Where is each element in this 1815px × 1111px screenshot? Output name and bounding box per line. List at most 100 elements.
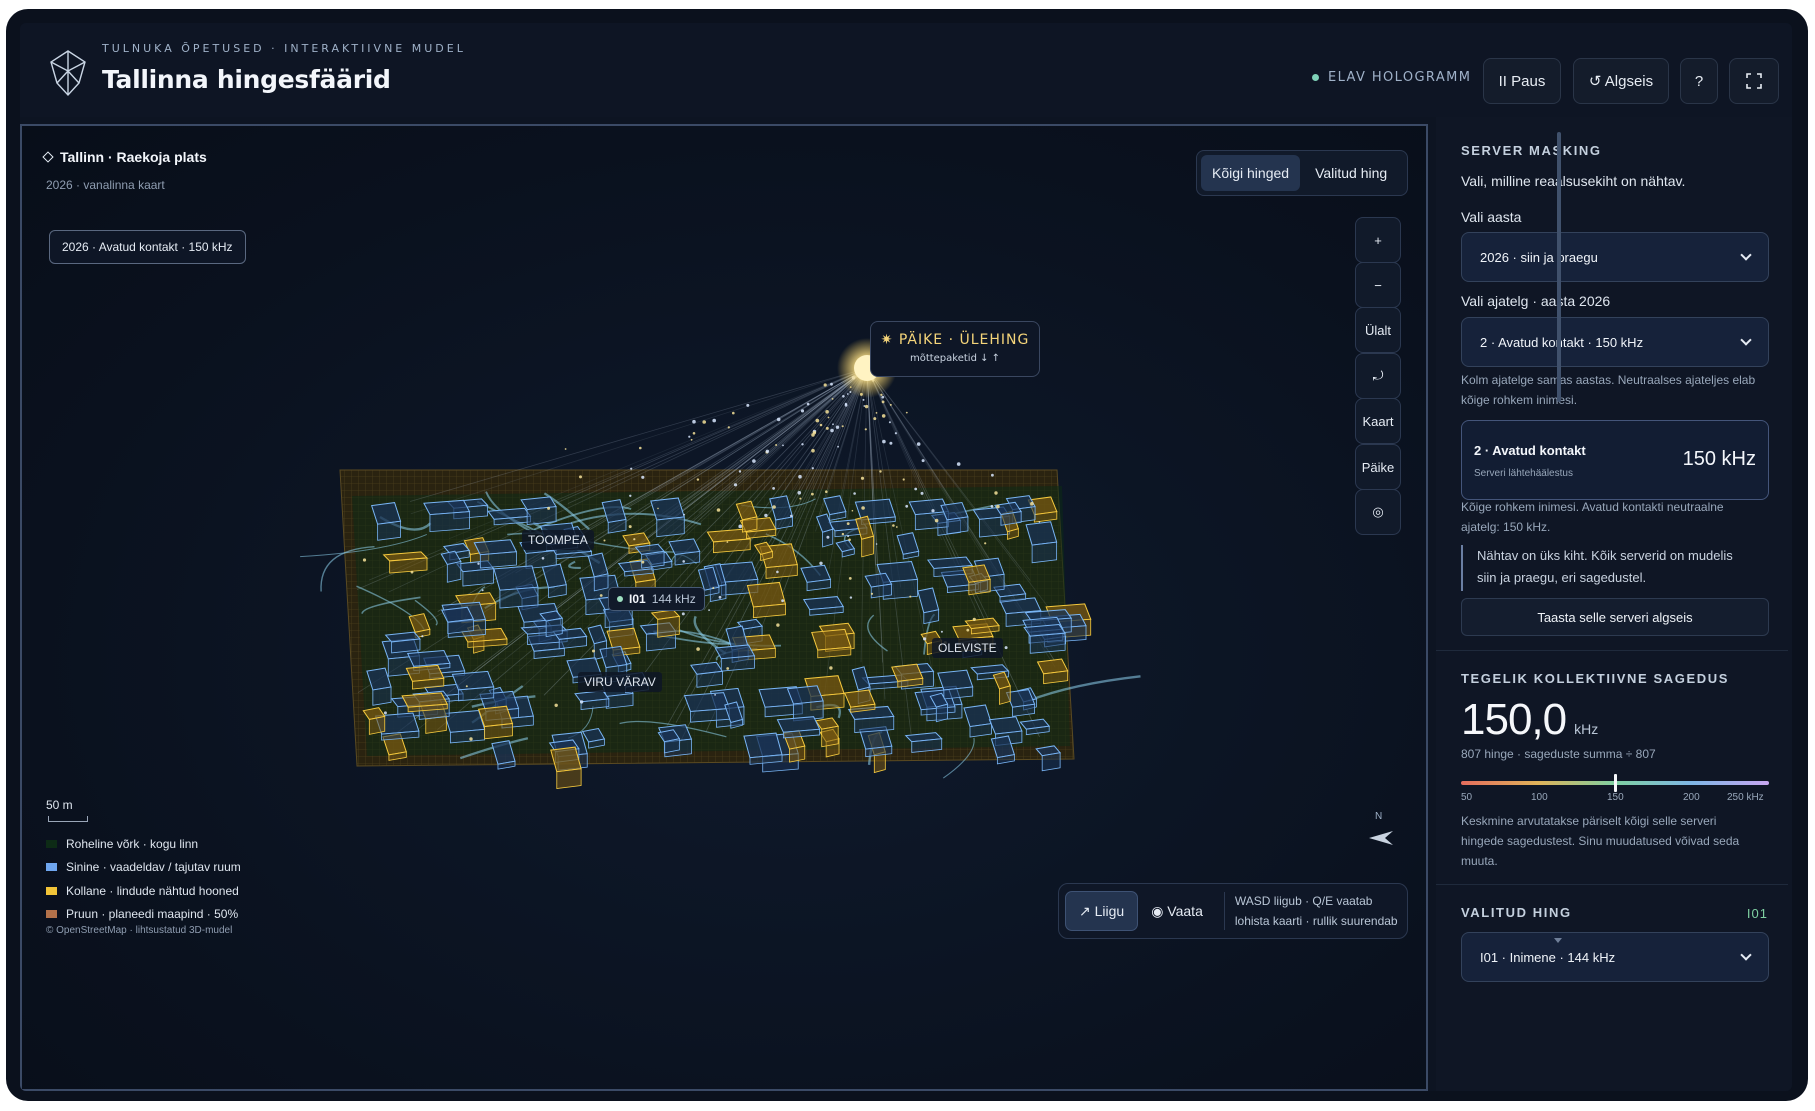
thought-packet	[781, 599, 784, 603]
year-select-value: 2026 · siin ja praegu	[1480, 249, 1598, 265]
thought-packet	[798, 474, 802, 479]
thought-packet	[894, 432, 898, 435]
active-layer-chip[interactable]: 2026 · Avatud kontakt · 150 kHz	[49, 230, 246, 264]
thought-packet	[825, 490, 828, 494]
thought-packet	[811, 448, 815, 453]
map-view-button[interactable]: Kaart	[1355, 398, 1401, 444]
thought-packet	[888, 421, 891, 424]
thought-packet	[746, 403, 750, 407]
soul-select-value: I01 · Inimene · 144 kHz	[1480, 949, 1616, 965]
observable-building	[683, 692, 731, 723]
thought-packet	[790, 514, 793, 518]
sun-view-button[interactable]: Päike	[1355, 444, 1401, 490]
hologram-3d-scene[interactable]	[22, 126, 1426, 1089]
soul-marker[interactable]: I01 144 kHz	[608, 587, 705, 611]
tab-selected-soul[interactable]: Valitud hing	[1304, 155, 1398, 191]
sidebar-scrollbar[interactable]	[1557, 132, 1561, 402]
reset-button[interactable]: ↺ Algseis	[1573, 58, 1669, 104]
thought-packet	[801, 443, 804, 446]
thought-packet	[564, 448, 567, 450]
bird-seen-building	[382, 551, 429, 574]
observable-building	[802, 596, 845, 616]
thought-packet	[657, 507, 659, 510]
header-kicker: TULNUKA ÕPETUSED · INTERAKTIIVNE MUDEL	[102, 42, 466, 55]
thought-packet	[873, 417, 877, 421]
thought-packet	[905, 504, 909, 508]
thought-packet	[696, 647, 700, 651]
thought-packet	[905, 411, 908, 414]
layer-info-line: siin ja praegu, eri sagedustel.	[1477, 570, 1647, 585]
thought-packet	[972, 617, 976, 621]
zoom-out-button[interactable]: −	[1355, 262, 1401, 308]
thought-packet	[712, 418, 716, 423]
crystal-logo-icon	[50, 50, 86, 97]
thought-packet	[806, 402, 810, 406]
thought-packet	[889, 403, 892, 406]
thought-packet	[800, 409, 805, 413]
collective-note-line: muuta.	[1461, 854, 1498, 868]
thought-packet	[864, 404, 869, 409]
restore-server-button[interactable]: Taasta selle serveri algseis	[1461, 598, 1769, 636]
thought-packet	[996, 504, 1000, 509]
tab-all-souls[interactable]: Kõigi hinged	[1201, 155, 1301, 191]
thought-packet	[772, 505, 776, 509]
timeline-note: Kolm ajatelge samas aastas. Neutraalses …	[1461, 370, 1771, 410]
thought-packet	[776, 417, 781, 422]
rotate-view-button[interactable]: ⤾	[1355, 353, 1401, 399]
collective-frequency-heading: TEGELIK KOLLEKTIIVNE SAGEDUS	[1461, 671, 1729, 686]
collective-formula: 807 hinge · sageduste summa ÷ 807	[1461, 747, 1656, 761]
thought-packet	[841, 532, 845, 536]
fullscreen-button[interactable]	[1729, 58, 1779, 104]
compass-arrow-icon[interactable]	[1367, 830, 1395, 846]
thought-packet	[799, 497, 802, 500]
move-mode-button[interactable]: ↗ Liigu	[1065, 891, 1139, 931]
bird-seen-building	[405, 664, 445, 690]
soul-select[interactable]: I01 · Inimene · 144 kHz	[1461, 932, 1769, 982]
help-button[interactable]: ?	[1680, 58, 1718, 104]
thought-packet	[811, 492, 814, 496]
thought-packet	[848, 577, 852, 580]
collective-frequency-value: 150,0	[1461, 695, 1567, 744]
diamond-icon	[42, 151, 54, 163]
observable-building	[451, 670, 495, 702]
thought-packet	[681, 612, 685, 616]
thought-packet	[830, 382, 833, 386]
map-panel[interactable]: Tallinn · Raekoja plats 2026 · vanalinna…	[20, 124, 1428, 1091]
thought-packet	[956, 462, 961, 466]
thought-packet	[733, 483, 738, 487]
thought-packet	[881, 400, 885, 404]
locate-button[interactable]: ◎	[1355, 489, 1401, 535]
legend-label: Roheline võrk · kogu linn	[66, 836, 199, 851]
place-tag-toompea: TOOMPEA	[522, 530, 594, 550]
thought-packet	[881, 414, 886, 418]
thought-packet	[641, 560, 645, 564]
year-select[interactable]: 2026 · siin ja praegu	[1461, 232, 1769, 282]
pause-button[interactable]: II Paus	[1483, 58, 1561, 104]
thought-packet	[879, 470, 882, 473]
bird-seen-building	[811, 628, 852, 659]
scroll-down-arrow-icon[interactable]	[1554, 938, 1562, 943]
thought-packet	[477, 562, 480, 565]
thought-packet	[881, 395, 885, 399]
zoom-in-button[interactable]: +	[1355, 217, 1401, 263]
scale-tick: 100	[1531, 792, 1548, 803]
top-view-button[interactable]: Ülalt	[1355, 307, 1401, 353]
collective-note-line: Keskmine arvutatakse päriselt kõigi sell…	[1461, 814, 1717, 828]
thought-packet	[990, 505, 994, 508]
thought-packet	[641, 475, 645, 479]
timeline-select[interactable]: 2 · Avatud kontakt · 150 kHz	[1461, 317, 1769, 367]
look-mode-button[interactable]: ◉ Vaata	[1138, 891, 1216, 931]
thought-packet	[921, 459, 925, 463]
controls-hint: WASD liigub · Q/E vaatab lohista kaarti …	[1235, 891, 1398, 931]
server-card-note-line: ajatelg: 150 kHz.	[1461, 520, 1551, 534]
scale-tick: 200	[1683, 792, 1700, 803]
controls-hint-line2: lohista kaarti · rullik suurendab	[1234, 914, 1398, 928]
thought-packet	[688, 435, 691, 438]
thought-packet	[481, 589, 484, 592]
thought-packet	[819, 561, 823, 565]
thought-packet	[923, 637, 927, 641]
thought-packet	[726, 541, 729, 543]
thought-packet	[776, 623, 780, 627]
sun-label[interactable]: ✷ PÄIKE · ÜLEHING mõttepaketid ↓ ↑	[870, 321, 1040, 377]
page-title: Tallinna hingesfäärid	[102, 65, 391, 94]
